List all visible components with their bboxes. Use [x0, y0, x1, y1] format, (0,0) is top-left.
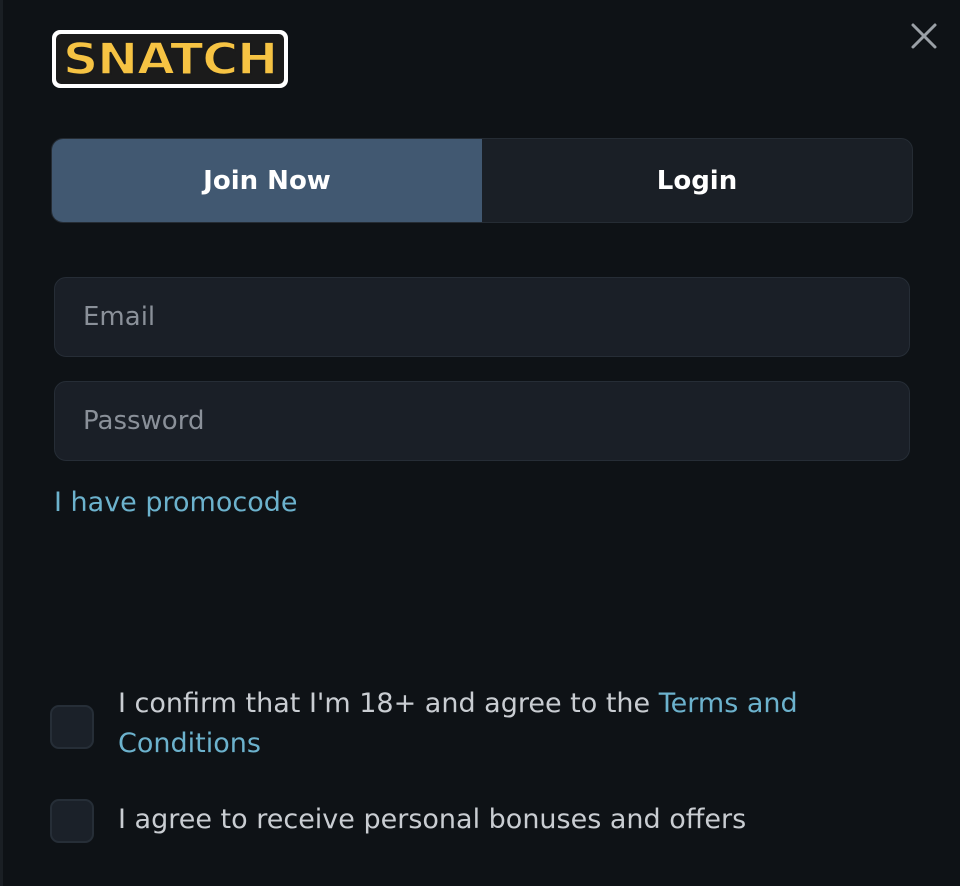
close-icon	[911, 23, 937, 49]
offers-consent-label: I agree to receive personal bonuses and …	[118, 804, 747, 835]
snatch-logo: SNATCH	[51, 29, 289, 89]
tab-join-now-label: Join Now	[203, 165, 331, 196]
logo-text: SNATCH	[63, 34, 277, 85]
offers-consent-checkbox[interactable]	[50, 799, 94, 843]
tab-login[interactable]: Login	[482, 139, 912, 222]
password-field-box	[54, 381, 910, 461]
age-consent-text: I confirm that I'm 18+ and agree to the …	[118, 684, 898, 764]
modal-edge	[0, 0, 3, 886]
email-field-box	[54, 277, 910, 357]
signup-modal: SNATCH Join Now Login I have promocode I…	[0, 0, 960, 886]
promocode-link[interactable]: I have promocode	[54, 487, 297, 518]
tab-join-now[interactable]: Join Now	[52, 139, 482, 222]
email-field[interactable]	[81, 301, 909, 333]
age-consent-label: I confirm that I'm 18+ and agree to the	[118, 688, 659, 719]
password-field[interactable]	[81, 405, 909, 437]
auth-tabs: Join Now Login	[51, 138, 913, 223]
close-button[interactable]	[904, 16, 944, 56]
age-consent-checkbox[interactable]	[50, 705, 94, 749]
tab-login-label: Login	[656, 165, 738, 196]
